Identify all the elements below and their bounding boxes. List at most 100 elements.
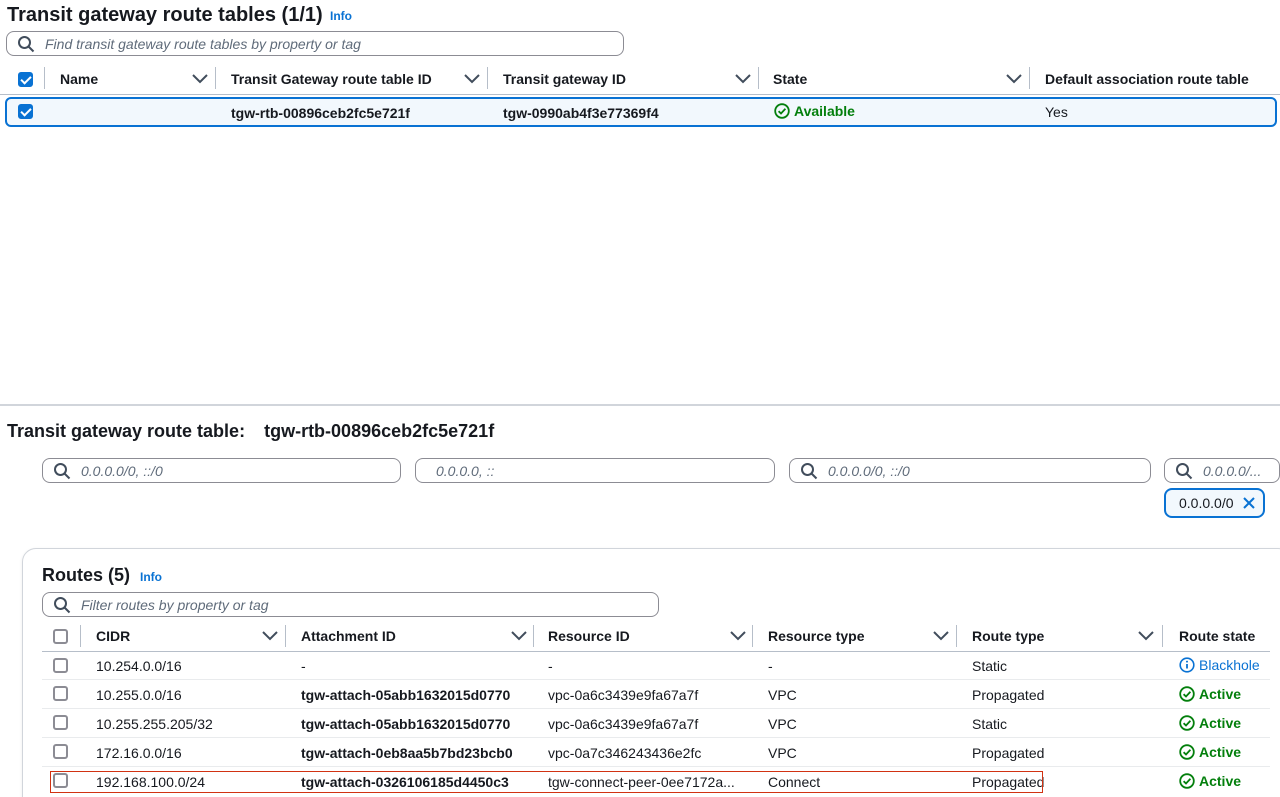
filter-placeholder: 0.0.0.0/0, ::/0 <box>81 462 163 479</box>
search-icon <box>54 462 71 479</box>
route-resource-type: VPC <box>768 745 797 761</box>
column-divider <box>533 625 534 647</box>
filter-token-label: 0.0.0.0/0 <box>1179 495 1234 511</box>
filter-placeholder: 0.0.0.0/0, ::/0 <box>828 462 910 479</box>
filter-input-2[interactable]: 0.0.0.0, :: <box>415 458 775 483</box>
route-row-checkbox[interactable] <box>53 686 68 701</box>
chevron-down-icon[interactable] <box>933 631 949 641</box>
routes-search-input[interactable]: Filter routes by property or tag <box>42 592 659 617</box>
column-divider <box>956 625 957 647</box>
detail-title: Transit gateway route table: tgw-rtb-008… <box>7 421 494 442</box>
rtb-id-link[interactable]: tgw-rtb-00896ceb2fc5e721f <box>231 105 410 121</box>
default-association-value: Yes <box>1045 104 1068 120</box>
route-state-label: Active <box>1199 744 1242 760</box>
route-resource-id: - <box>548 658 553 674</box>
close-icon[interactable] <box>1243 497 1255 509</box>
column-divider <box>215 67 216 89</box>
column-divider <box>1029 67 1030 89</box>
route-resource-type: - <box>768 658 773 674</box>
routes-select-all-checkbox[interactable] <box>53 629 68 644</box>
row-divider <box>42 708 1270 709</box>
route-resource-id: vpc-0a6c3439e9fa67a7f <box>548 687 699 703</box>
check-circle-icon <box>1179 744 1195 760</box>
route-type: Static <box>972 716 1008 732</box>
search-icon <box>801 462 818 479</box>
column-divider <box>285 625 286 647</box>
column-divider <box>1162 625 1163 647</box>
row-divider <box>42 766 1270 767</box>
route-cidr: 10.255.255.205/32 <box>96 716 213 732</box>
chevron-down-icon[interactable] <box>262 631 278 641</box>
column-divider <box>80 625 81 647</box>
check-circle-icon <box>1179 686 1195 702</box>
route-cidr: 10.254.0.0/16 <box>96 658 182 674</box>
route-state-active: Active <box>1179 744 1241 760</box>
header-divider <box>0 94 1280 95</box>
route-tables-info-link[interactable]: Info <box>330 9 352 23</box>
row-divider <box>42 737 1270 738</box>
route-tables-search-placeholder: Find transit gateway route tables by pro… <box>45 35 361 52</box>
chevron-down-icon[interactable] <box>1006 74 1022 84</box>
column-divider <box>758 67 759 89</box>
column-header-route-state[interactable]: Route state <box>1179 628 1255 644</box>
column-divider <box>752 625 753 647</box>
filter-input-1[interactable]: 0.0.0.0/0, ::/0 <box>42 458 401 483</box>
column-header-rtb-id[interactable]: Transit Gateway route table ID <box>231 71 432 87</box>
check-circle-icon <box>1179 715 1195 731</box>
route-resource-type: VPC <box>768 687 797 703</box>
tgw-id-link[interactable]: tgw-0990ab4f3e77369f4 <box>503 105 659 121</box>
route-attachment-link[interactable]: tgw-attach-05abb1632015d0770 <box>301 687 510 703</box>
routes-info-link[interactable]: Info <box>140 570 162 584</box>
routes-title: Routes (5) <box>42 565 131 585</box>
route-state-label: Active <box>1199 715 1242 731</box>
chevron-down-icon[interactable] <box>511 631 527 641</box>
column-divider <box>487 67 488 89</box>
detail-rtb-id: tgw-rtb-00896ceb2fc5e721f <box>264 421 495 441</box>
route-state-label: Active <box>1199 773 1242 789</box>
highlight-annotation <box>50 771 1043 793</box>
chevron-down-icon[interactable] <box>735 74 751 84</box>
search-icon <box>54 596 71 613</box>
route-attachment-link[interactable]: tgw-attach-05abb1632015d0770 <box>301 716 510 732</box>
chevron-down-icon[interactable] <box>464 74 480 84</box>
chevron-down-icon[interactable] <box>1138 631 1154 641</box>
route-row-checkbox[interactable] <box>53 744 68 759</box>
route-row-checkbox[interactable] <box>53 658 68 673</box>
split-panel-divider[interactable] <box>0 404 1280 406</box>
column-header-cidr[interactable]: CIDR <box>96 628 130 644</box>
column-header-attachment-id[interactable]: Attachment ID <box>301 628 396 644</box>
filter-token: 0.0.0.0/0 <box>1164 488 1265 518</box>
route-row-checkbox[interactable] <box>53 715 68 730</box>
route-attachment-link[interactable]: tgw-attach-0eb8aa5b7bd23bcb0 <box>301 745 513 761</box>
route-type: Propagated <box>972 745 1045 761</box>
column-header-tgw-id[interactable]: Transit gateway ID <box>503 71 626 87</box>
column-header-state[interactable]: State <box>773 71 807 87</box>
column-divider <box>44 67 45 89</box>
chevron-down-icon[interactable] <box>192 74 208 84</box>
check-circle-icon <box>1179 773 1195 789</box>
search-icon <box>1176 462 1193 479</box>
column-header-route-type[interactable]: Route type <box>972 628 1044 644</box>
route-tables-title: Transit gateway route tables (1/1) <box>7 4 323 26</box>
info-circle-icon <box>1179 657 1195 673</box>
route-cidr: 10.255.0.0/16 <box>96 687 182 703</box>
select-all-checkbox[interactable] <box>18 72 33 87</box>
column-header-resource-type[interactable]: Resource type <box>768 628 864 644</box>
route-state-label: Blackhole <box>1199 657 1260 673</box>
chevron-down-icon[interactable] <box>730 631 746 641</box>
filter-placeholder: 0.0.0.0/... <box>1203 462 1262 479</box>
route-state-label: Active <box>1199 686 1242 702</box>
filter-placeholder: 0.0.0.0, :: <box>436 462 495 479</box>
route-state-active: Active <box>1179 715 1241 731</box>
filter-input-3[interactable]: 0.0.0.0/0, ::/0 <box>789 458 1151 483</box>
filter-input-4[interactable]: 0.0.0.0/... <box>1164 458 1280 483</box>
column-header-resource-id[interactable]: Resource ID <box>548 628 630 644</box>
state-label: Available <box>794 103 855 119</box>
check-circle-icon <box>774 103 790 119</box>
column-header-default-association[interactable]: Default association route table <box>1045 71 1249 87</box>
route-tables-search-input[interactable]: Find transit gateway route tables by pro… <box>6 31 624 56</box>
state-available: Available <box>774 103 855 119</box>
row-checkbox[interactable] <box>18 104 33 119</box>
routes-search-placeholder: Filter routes by property or tag <box>81 596 269 613</box>
column-header-name[interactable]: Name <box>60 71 98 87</box>
